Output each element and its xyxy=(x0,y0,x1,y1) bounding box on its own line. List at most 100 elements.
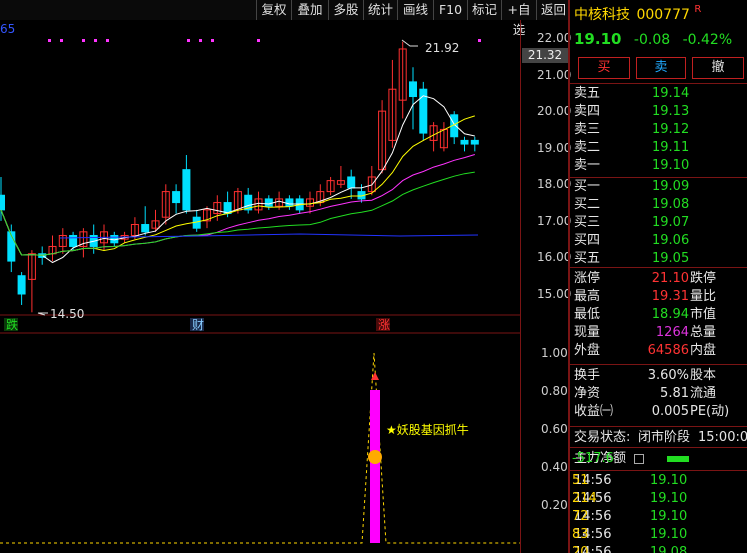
bull-icon xyxy=(368,450,382,464)
high-marker-label: 21.92 xyxy=(425,41,459,55)
stat-row: 最高 19.31 量比 xyxy=(572,288,747,306)
status-time: 15:00:00 xyxy=(698,430,747,445)
tick-row: 14:56 19.10 72 xyxy=(572,508,747,526)
buy-button[interactable]: 买 xyxy=(578,57,630,79)
toolbar-button-6[interactable]: 标记 xyxy=(467,0,501,20)
stock-code: 000777 xyxy=(636,7,690,23)
tick-volume: 20 xyxy=(572,545,589,553)
toolbar-button-1[interactable]: 叠加 xyxy=(291,0,328,20)
indicator-tick-label: 0.80 xyxy=(541,384,568,398)
separator xyxy=(570,267,747,268)
sell-button[interactable]: 卖 xyxy=(636,57,686,79)
indicator-bar xyxy=(370,390,380,543)
stat-label: 最高 xyxy=(574,289,601,304)
signal-dot xyxy=(257,39,260,42)
ask-row: 卖三 19.12 xyxy=(572,121,747,139)
ask-row: 卖二 19.11 xyxy=(572,139,747,157)
stat-value: 18.94 xyxy=(651,307,689,322)
stat-label: 换手 xyxy=(574,368,601,383)
y-tick-label: 18.00 xyxy=(537,177,572,192)
flow-bar xyxy=(667,456,689,462)
toolbar-button-8[interactable]: 返回 xyxy=(536,0,570,20)
candle xyxy=(409,81,417,98)
stat-label-2: 股本 xyxy=(690,368,717,383)
toolbar-button-7[interactable]: +自选 xyxy=(501,0,536,37)
indicator-line xyxy=(0,352,520,544)
stock-badge: R xyxy=(694,4,702,15)
y-tick-label: 20.00 xyxy=(537,104,572,119)
last-price: 19.10 xyxy=(574,30,622,48)
indicator-tick-label: 0.40 xyxy=(541,460,568,474)
stat-value: 64586 xyxy=(647,343,689,358)
tick-row: 14:56 19.10 51 xyxy=(572,472,747,490)
bid-row: 买五 19.05 xyxy=(572,250,747,268)
tick-volume: 72 xyxy=(572,509,589,524)
stat-row: 现量 1264 总量 xyxy=(572,324,747,342)
tick-price: 19.10 xyxy=(650,491,688,506)
bid-price: 19.05 xyxy=(652,251,690,266)
event-marker-zhang: 涨 xyxy=(378,317,390,332)
separator xyxy=(570,470,747,471)
stock-name: 中核科技 xyxy=(574,7,630,23)
candle xyxy=(172,191,181,204)
toolbar-button-4[interactable]: 画线 xyxy=(397,0,433,20)
bid-label: 买二 xyxy=(574,197,601,212)
signal-dot xyxy=(60,39,63,42)
tick-row: 14:56 19.10 214 xyxy=(572,490,747,508)
axis-divider xyxy=(520,20,521,553)
price-change: -0.08 xyxy=(633,32,671,48)
stat-value: 5.81 xyxy=(660,386,689,401)
ask-label: 卖一 xyxy=(574,158,601,173)
separator xyxy=(570,447,747,448)
candle xyxy=(182,169,191,211)
tick-price: 19.08 xyxy=(650,545,688,553)
signal-dot xyxy=(94,39,97,42)
main-flow-row: 主力净额 -517.6 xyxy=(572,450,747,468)
stat-value: 3.60% xyxy=(647,368,689,383)
list-icon[interactable] xyxy=(634,454,644,464)
toolbar-button-5[interactable]: F10 xyxy=(433,0,467,20)
stat-row: 最低 18.94 市值 xyxy=(572,306,747,324)
tick-price: 19.10 xyxy=(650,473,688,488)
bid-label: 买一 xyxy=(574,179,601,194)
toolbar-button-0[interactable]: 复权 xyxy=(256,0,291,20)
toolbar-button-3[interactable]: 统计 xyxy=(363,0,397,20)
stat-row: 换手 3.60% 股本 xyxy=(572,367,747,385)
separator xyxy=(570,364,747,365)
current-price-tag: 21.32 xyxy=(522,48,568,63)
ask-row: 卖一 19.10 xyxy=(572,157,747,175)
y-tick-label: 21.00 xyxy=(537,67,572,82)
candle xyxy=(0,194,5,211)
indicator-tick-label: 1.00 xyxy=(541,346,568,360)
bid-price: 19.08 xyxy=(652,197,690,212)
signal-dot xyxy=(187,39,190,42)
status-row: 交易状态: 闭市阶段 15:00:00 xyxy=(572,429,747,447)
main-flow-value: -517.6 xyxy=(572,451,614,466)
candle xyxy=(285,198,294,207)
y-tick-label: 22.00 xyxy=(537,31,572,45)
bid-row: 买四 19.06 xyxy=(572,232,747,250)
ask-price: 19.11 xyxy=(652,140,690,155)
y-tick-label: 17.00 xyxy=(537,213,572,228)
cancel-button[interactable]: 撤 xyxy=(692,57,744,79)
toolbar: 复权 叠加 多股 统计 画线 F10 标记 +自选 返回 xyxy=(0,0,570,37)
tick-volume: 51 xyxy=(572,473,589,488)
stat-value: 0.005 xyxy=(651,404,689,419)
stat-row: 净资 5.81 流通 xyxy=(572,385,747,403)
tick-price: 19.10 xyxy=(650,527,688,542)
separator xyxy=(570,83,747,84)
bid-label: 买四 xyxy=(574,233,601,248)
tick-price: 19.10 xyxy=(650,509,688,524)
ask-price: 19.14 xyxy=(652,86,690,101)
candle xyxy=(460,139,469,145)
tick-row: 14:56 19.08 20 xyxy=(572,544,747,553)
low-marker-label: 14.50 xyxy=(50,307,84,321)
stat-label: 收益㈠ xyxy=(574,404,614,419)
candle xyxy=(470,139,479,145)
toolbar-button-2[interactable]: 多股 xyxy=(328,0,363,20)
stat-value: 21.10 xyxy=(651,271,689,286)
ma60-line xyxy=(59,233,479,239)
tick-row: 14:56 19.10 83 xyxy=(572,526,747,544)
quote-line: 19.10 -0.08 -0.42% xyxy=(574,30,732,48)
kline-chart[interactable]: 21.92 14.50 65 跌 财 涨 ★妖股基因抓牛 xyxy=(0,20,520,553)
